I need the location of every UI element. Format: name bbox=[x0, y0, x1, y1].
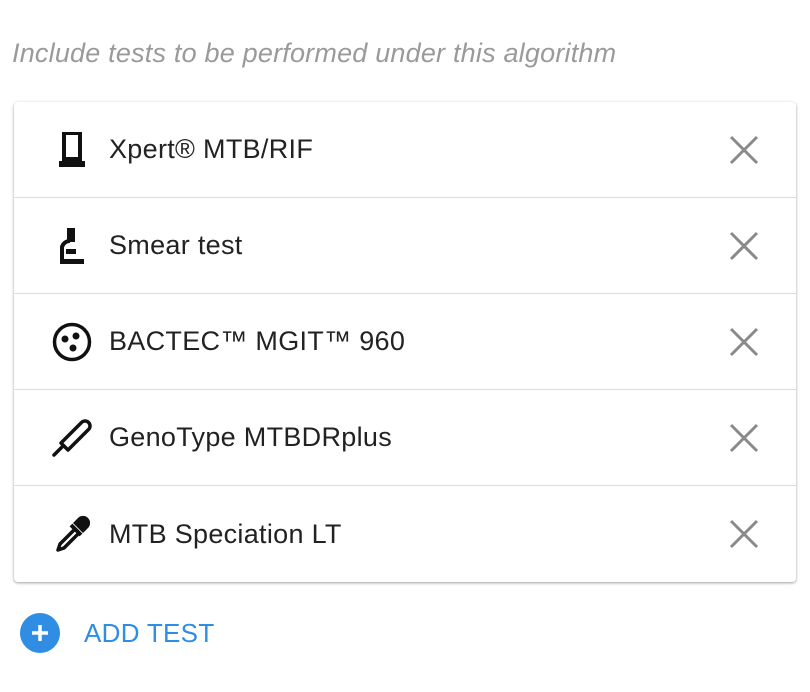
test-item-smear: Smear test bbox=[14, 198, 796, 294]
test-list: Xpert® MTB/RIF Smear test BACTEC™ MGIT™ … bbox=[14, 102, 796, 582]
close-icon bbox=[729, 231, 759, 260]
cartridge-icon bbox=[52, 130, 92, 170]
remove-test-button[interactable] bbox=[722, 320, 766, 364]
probe-icon bbox=[52, 418, 92, 458]
remove-test-button[interactable] bbox=[722, 128, 766, 172]
test-item-bactec: BACTEC™ MGIT™ 960 bbox=[14, 294, 796, 390]
remove-test-button[interactable] bbox=[722, 512, 766, 556]
test-item-xpert: Xpert® MTB/RIF bbox=[14, 102, 796, 198]
test-item-genotype: GenoType MTBDRplus bbox=[14, 390, 796, 486]
test-label: BACTEC™ MGIT™ 960 bbox=[109, 326, 406, 356]
test-item-speciation: MTB Speciation LT bbox=[14, 486, 796, 582]
plus-icon bbox=[20, 613, 60, 653]
test-label: GenoType MTBDRplus bbox=[109, 422, 393, 452]
add-test-button[interactable]: ADD TEST bbox=[20, 613, 215, 653]
test-label: MTB Speciation LT bbox=[109, 518, 342, 549]
close-icon bbox=[729, 135, 759, 164]
remove-test-button[interactable] bbox=[722, 416, 766, 460]
test-label: Smear test bbox=[109, 230, 243, 260]
add-test-label: ADD TEST bbox=[84, 617, 215, 648]
section-hint: Include tests to be performed under this… bbox=[12, 38, 617, 68]
microscope-icon bbox=[52, 226, 92, 266]
close-icon bbox=[729, 519, 759, 549]
dropper-icon bbox=[52, 514, 92, 554]
test-label: Xpert® MTB/RIF bbox=[109, 134, 314, 164]
culture-dish-icon bbox=[52, 322, 92, 362]
close-icon bbox=[729, 327, 759, 356]
close-icon bbox=[729, 423, 759, 452]
remove-test-button[interactable] bbox=[722, 224, 766, 268]
